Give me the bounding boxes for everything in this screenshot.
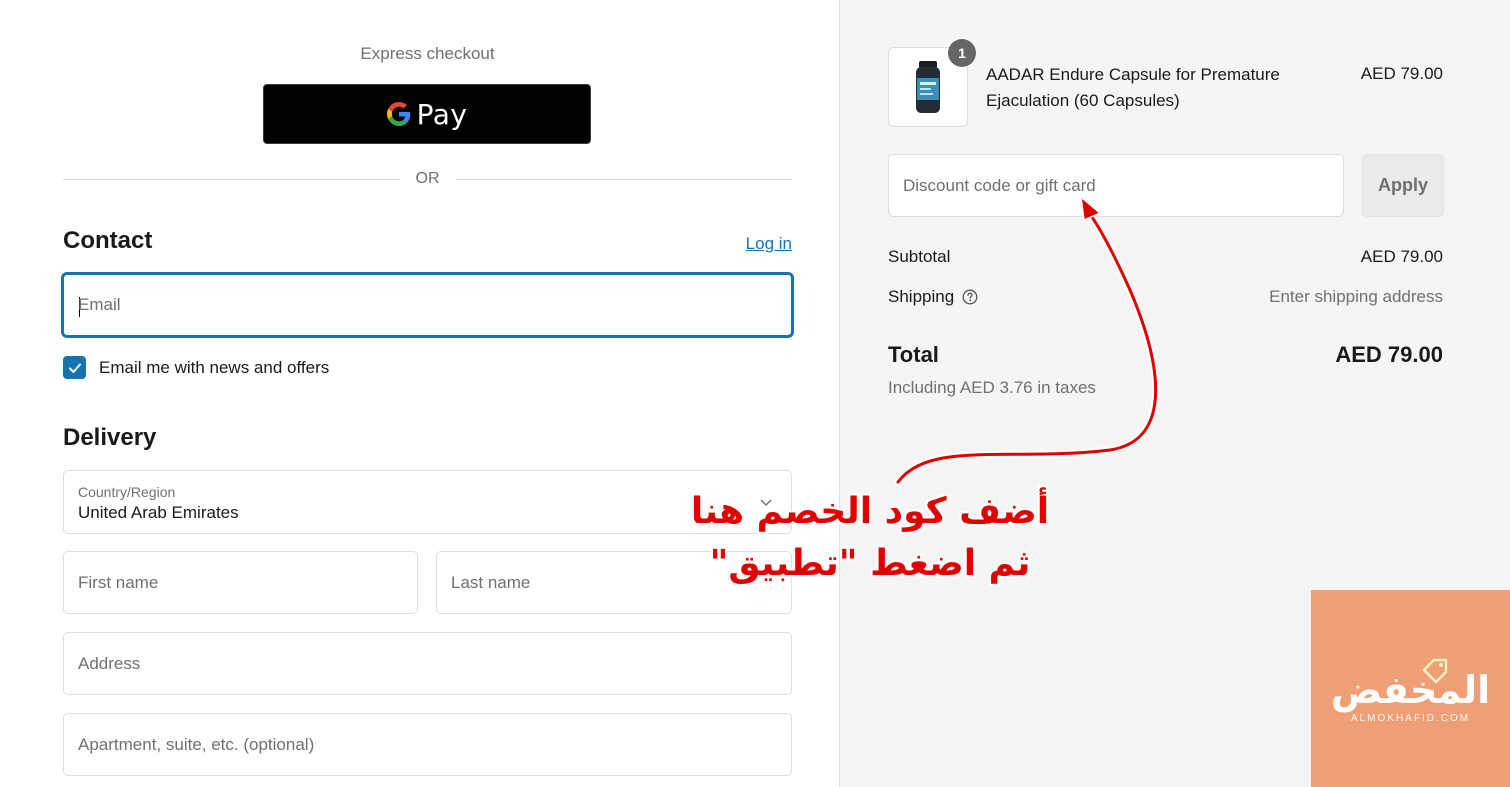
newsletter-checkbox[interactable]: [63, 356, 86, 379]
logo-text: المخفض: [1330, 668, 1491, 712]
country-value: United Arab Emirates: [78, 503, 239, 522]
email-placeholder: Email: [78, 295, 121, 314]
apartment-field[interactable]: Apartment, suite, etc. (optional): [63, 713, 792, 776]
checkout-form-panel: Express checkout Pay OR Contact Log in E…: [0, 0, 839, 787]
discount-placeholder: Discount code or gift card: [903, 175, 1096, 195]
email-field[interactable]: Email: [62, 273, 793, 337]
shipping-label: Shipping: [888, 287, 955, 306]
subtotal-label: Subtotal: [888, 247, 951, 266]
quantity-badge: 1: [948, 39, 976, 67]
express-checkout-title: Express checkout: [360, 44, 495, 63]
shipping-value: Enter shipping address: [1269, 287, 1443, 306]
contact-heading: Contact: [63, 227, 153, 254]
country-select[interactable]: Country/Region United Arab Emirates: [63, 470, 792, 534]
google-pay-label: Pay: [416, 97, 468, 131]
product-name: AADAR Endure Capsule for Premature Ejacu…: [986, 65, 1280, 110]
help-circle-icon[interactable]: [962, 289, 978, 305]
first-name-field[interactable]: First name: [63, 551, 418, 614]
apply-button[interactable]: Apply: [1362, 154, 1444, 217]
or-label: OR: [415, 170, 440, 187]
checkmark-icon: [68, 363, 81, 373]
annotation-line-1: أضف كود الخصم هنا: [690, 491, 1050, 532]
login-link[interactable]: Log in: [746, 234, 792, 254]
apartment-placeholder: Apartment, suite, etc. (optional): [78, 734, 315, 754]
subtotal-value: AED 79.00: [1360, 247, 1443, 266]
address-placeholder: Address: [78, 653, 141, 673]
watermark-logo: المخفض ALMOKHAFID.COM: [1311, 590, 1510, 787]
arabic-annotation: أضف كود الخصم هنا ثم اضغط "تطبيق": [690, 486, 1050, 590]
country-label: Country/Region: [78, 484, 176, 500]
google-pay-button[interactable]: Pay: [263, 84, 591, 144]
tax-note: Including AED 3.76 in taxes: [888, 378, 1096, 397]
newsletter-label: Email me with news and offers: [99, 357, 330, 377]
discount-code-input[interactable]: Discount code or gift card: [888, 154, 1344, 217]
annotation-line-2: ثم اضغط "تطبيق": [709, 543, 1031, 584]
last-name-placeholder: Last name: [451, 572, 531, 592]
logo-subtext: ALMOKHAFID.COM: [1350, 713, 1471, 724]
google-g-icon: [386, 102, 410, 126]
delivery-heading: Delivery: [63, 424, 157, 451]
total-value: AED 79.00: [1335, 342, 1443, 367]
newsletter-option[interactable]: Email me with news and offers: [63, 356, 329, 379]
first-name-placeholder: First name: [78, 572, 159, 592]
total-label: Total: [888, 342, 939, 367]
shipping-row-label: Shipping: [888, 287, 978, 307]
or-divider: OR: [63, 168, 792, 190]
address-field[interactable]: Address: [63, 632, 792, 695]
product-price: AED 79.00: [1360, 64, 1443, 83]
